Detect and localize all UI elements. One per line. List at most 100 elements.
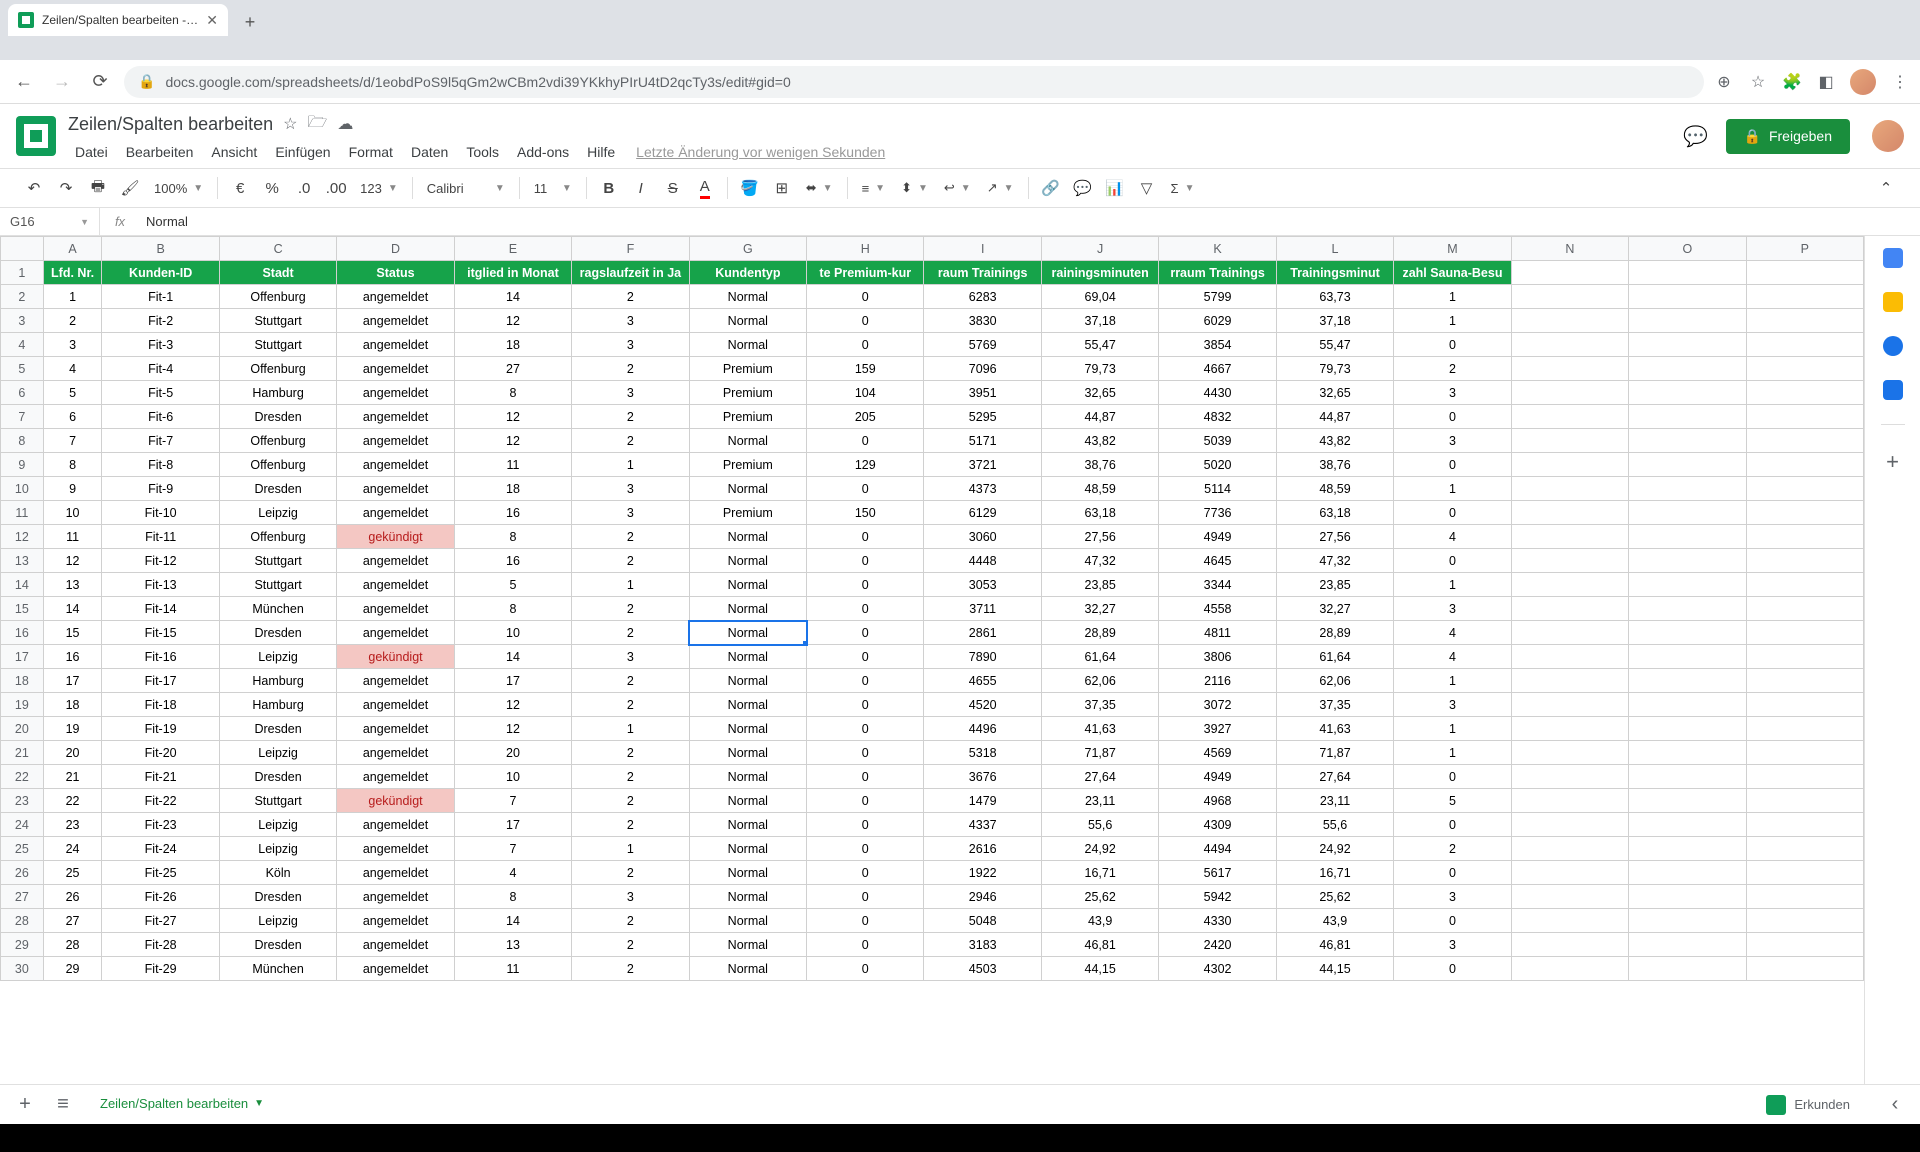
cell[interactable]: angemeldet: [337, 357, 454, 381]
cell[interactable]: 61,64: [1276, 645, 1393, 669]
cell[interactable]: 1: [1394, 741, 1511, 765]
cell[interactable]: 23,85: [1276, 573, 1393, 597]
cell[interactable]: 46,81: [1276, 933, 1393, 957]
cell[interactable]: [1629, 285, 1746, 309]
cell[interactable]: 62,06: [1276, 669, 1393, 693]
cell[interactable]: Fit-1: [102, 285, 219, 309]
cell[interactable]: 4667: [1159, 357, 1276, 381]
cell[interactable]: [1629, 405, 1746, 429]
cell[interactable]: 63,73: [1276, 285, 1393, 309]
row-header[interactable]: 12: [1, 525, 44, 549]
cell[interactable]: [1511, 333, 1628, 357]
cell[interactable]: 37,35: [1041, 693, 1158, 717]
cell[interactable]: Normal: [689, 837, 806, 861]
text-rotation-button[interactable]: ↗▼: [981, 180, 1020, 196]
cell[interactable]: Leipzig: [219, 645, 336, 669]
calendar-icon[interactable]: [1883, 248, 1903, 268]
cell[interactable]: 37,18: [1276, 309, 1393, 333]
cell[interactable]: 2: [572, 933, 689, 957]
cell[interactable]: 32,27: [1276, 597, 1393, 621]
cell[interactable]: Leipzig: [219, 837, 336, 861]
row-header[interactable]: 1: [1, 261, 44, 285]
cell[interactable]: 2: [572, 429, 689, 453]
cell[interactable]: 0: [807, 813, 924, 837]
cell[interactable]: 2: [572, 957, 689, 981]
explore-button[interactable]: Erkunden: [1754, 1089, 1862, 1121]
cell[interactable]: 2946: [924, 885, 1041, 909]
cell[interactable]: Stuttgart: [219, 333, 336, 357]
cell[interactable]: angemeldet: [337, 957, 454, 981]
row-header[interactable]: 21: [1, 741, 44, 765]
cell[interactable]: 4448: [924, 549, 1041, 573]
column-header[interactable]: P: [1746, 237, 1863, 261]
cell[interactable]: angemeldet: [337, 621, 454, 645]
header-cell[interactable]: [1629, 261, 1746, 285]
cell[interactable]: [1746, 669, 1863, 693]
cell[interactable]: 4430: [1159, 381, 1276, 405]
cell[interactable]: 7736: [1159, 501, 1276, 525]
cell[interactable]: 3: [572, 645, 689, 669]
cell[interactable]: Fit-25: [102, 861, 219, 885]
contacts-icon[interactable]: [1883, 380, 1903, 400]
cell[interactable]: Offenburg: [219, 357, 336, 381]
cell[interactable]: 2: [572, 861, 689, 885]
cell[interactable]: Normal: [689, 285, 806, 309]
cell[interactable]: Normal: [689, 333, 806, 357]
sheet-tab[interactable]: Zeilen/Spalten bearbeiten ▼: [86, 1090, 278, 1120]
cell[interactable]: 2: [572, 669, 689, 693]
cell[interactable]: Normal: [689, 549, 806, 573]
cell[interactable]: 1: [1394, 477, 1511, 501]
row-header[interactable]: 6: [1, 381, 44, 405]
cell[interactable]: Fit-29: [102, 957, 219, 981]
cell[interactable]: angemeldet: [337, 573, 454, 597]
cell[interactable]: 0: [807, 837, 924, 861]
cell[interactable]: 2: [572, 909, 689, 933]
cell[interactable]: [1511, 789, 1628, 813]
cell[interactable]: 159: [807, 357, 924, 381]
cell[interactable]: 13: [454, 933, 571, 957]
cell[interactable]: Normal: [689, 429, 806, 453]
cell[interactable]: 27,64: [1276, 765, 1393, 789]
cell[interactable]: 0: [1394, 909, 1511, 933]
cell[interactable]: Leipzig: [219, 909, 336, 933]
cell[interactable]: [1629, 861, 1746, 885]
tasks-icon[interactable]: [1883, 336, 1903, 356]
cell[interactable]: 11: [454, 453, 571, 477]
cell[interactable]: 55,47: [1041, 333, 1158, 357]
cell[interactable]: 14: [43, 597, 102, 621]
cell[interactable]: angemeldet: [337, 837, 454, 861]
cell[interactable]: 12: [454, 429, 571, 453]
cell[interactable]: 18: [43, 693, 102, 717]
cell[interactable]: angemeldet: [337, 741, 454, 765]
cell[interactable]: 4569: [1159, 741, 1276, 765]
cell[interactable]: [1746, 573, 1863, 597]
cell[interactable]: 0: [807, 741, 924, 765]
cell[interactable]: 0: [807, 597, 924, 621]
cell[interactable]: Fit-4: [102, 357, 219, 381]
cell[interactable]: [1746, 741, 1863, 765]
cell[interactable]: 5799: [1159, 285, 1276, 309]
cell[interactable]: Fit-10: [102, 501, 219, 525]
cell[interactable]: [1746, 765, 1863, 789]
cell[interactable]: 12: [454, 405, 571, 429]
cell[interactable]: 3951: [924, 381, 1041, 405]
cell[interactable]: [1511, 405, 1628, 429]
cell[interactable]: [1746, 285, 1863, 309]
cell[interactable]: Fit-18: [102, 693, 219, 717]
cell[interactable]: Premium: [689, 405, 806, 429]
cell[interactable]: [1746, 333, 1863, 357]
cell[interactable]: 28: [43, 933, 102, 957]
cell[interactable]: 4832: [1159, 405, 1276, 429]
menu-einfügen[interactable]: Einfügen: [268, 142, 337, 162]
cell[interactable]: [1511, 693, 1628, 717]
select-all-corner[interactable]: [1, 237, 44, 261]
cell[interactable]: 8: [454, 885, 571, 909]
cell[interactable]: 18: [454, 477, 571, 501]
cell[interactable]: 2: [572, 813, 689, 837]
cell[interactable]: Fit-7: [102, 429, 219, 453]
cell[interactable]: [1511, 909, 1628, 933]
cell[interactable]: 43,9: [1041, 909, 1158, 933]
cell[interactable]: 2116: [1159, 669, 1276, 693]
cell[interactable]: [1511, 597, 1628, 621]
cell[interactable]: 4520: [924, 693, 1041, 717]
